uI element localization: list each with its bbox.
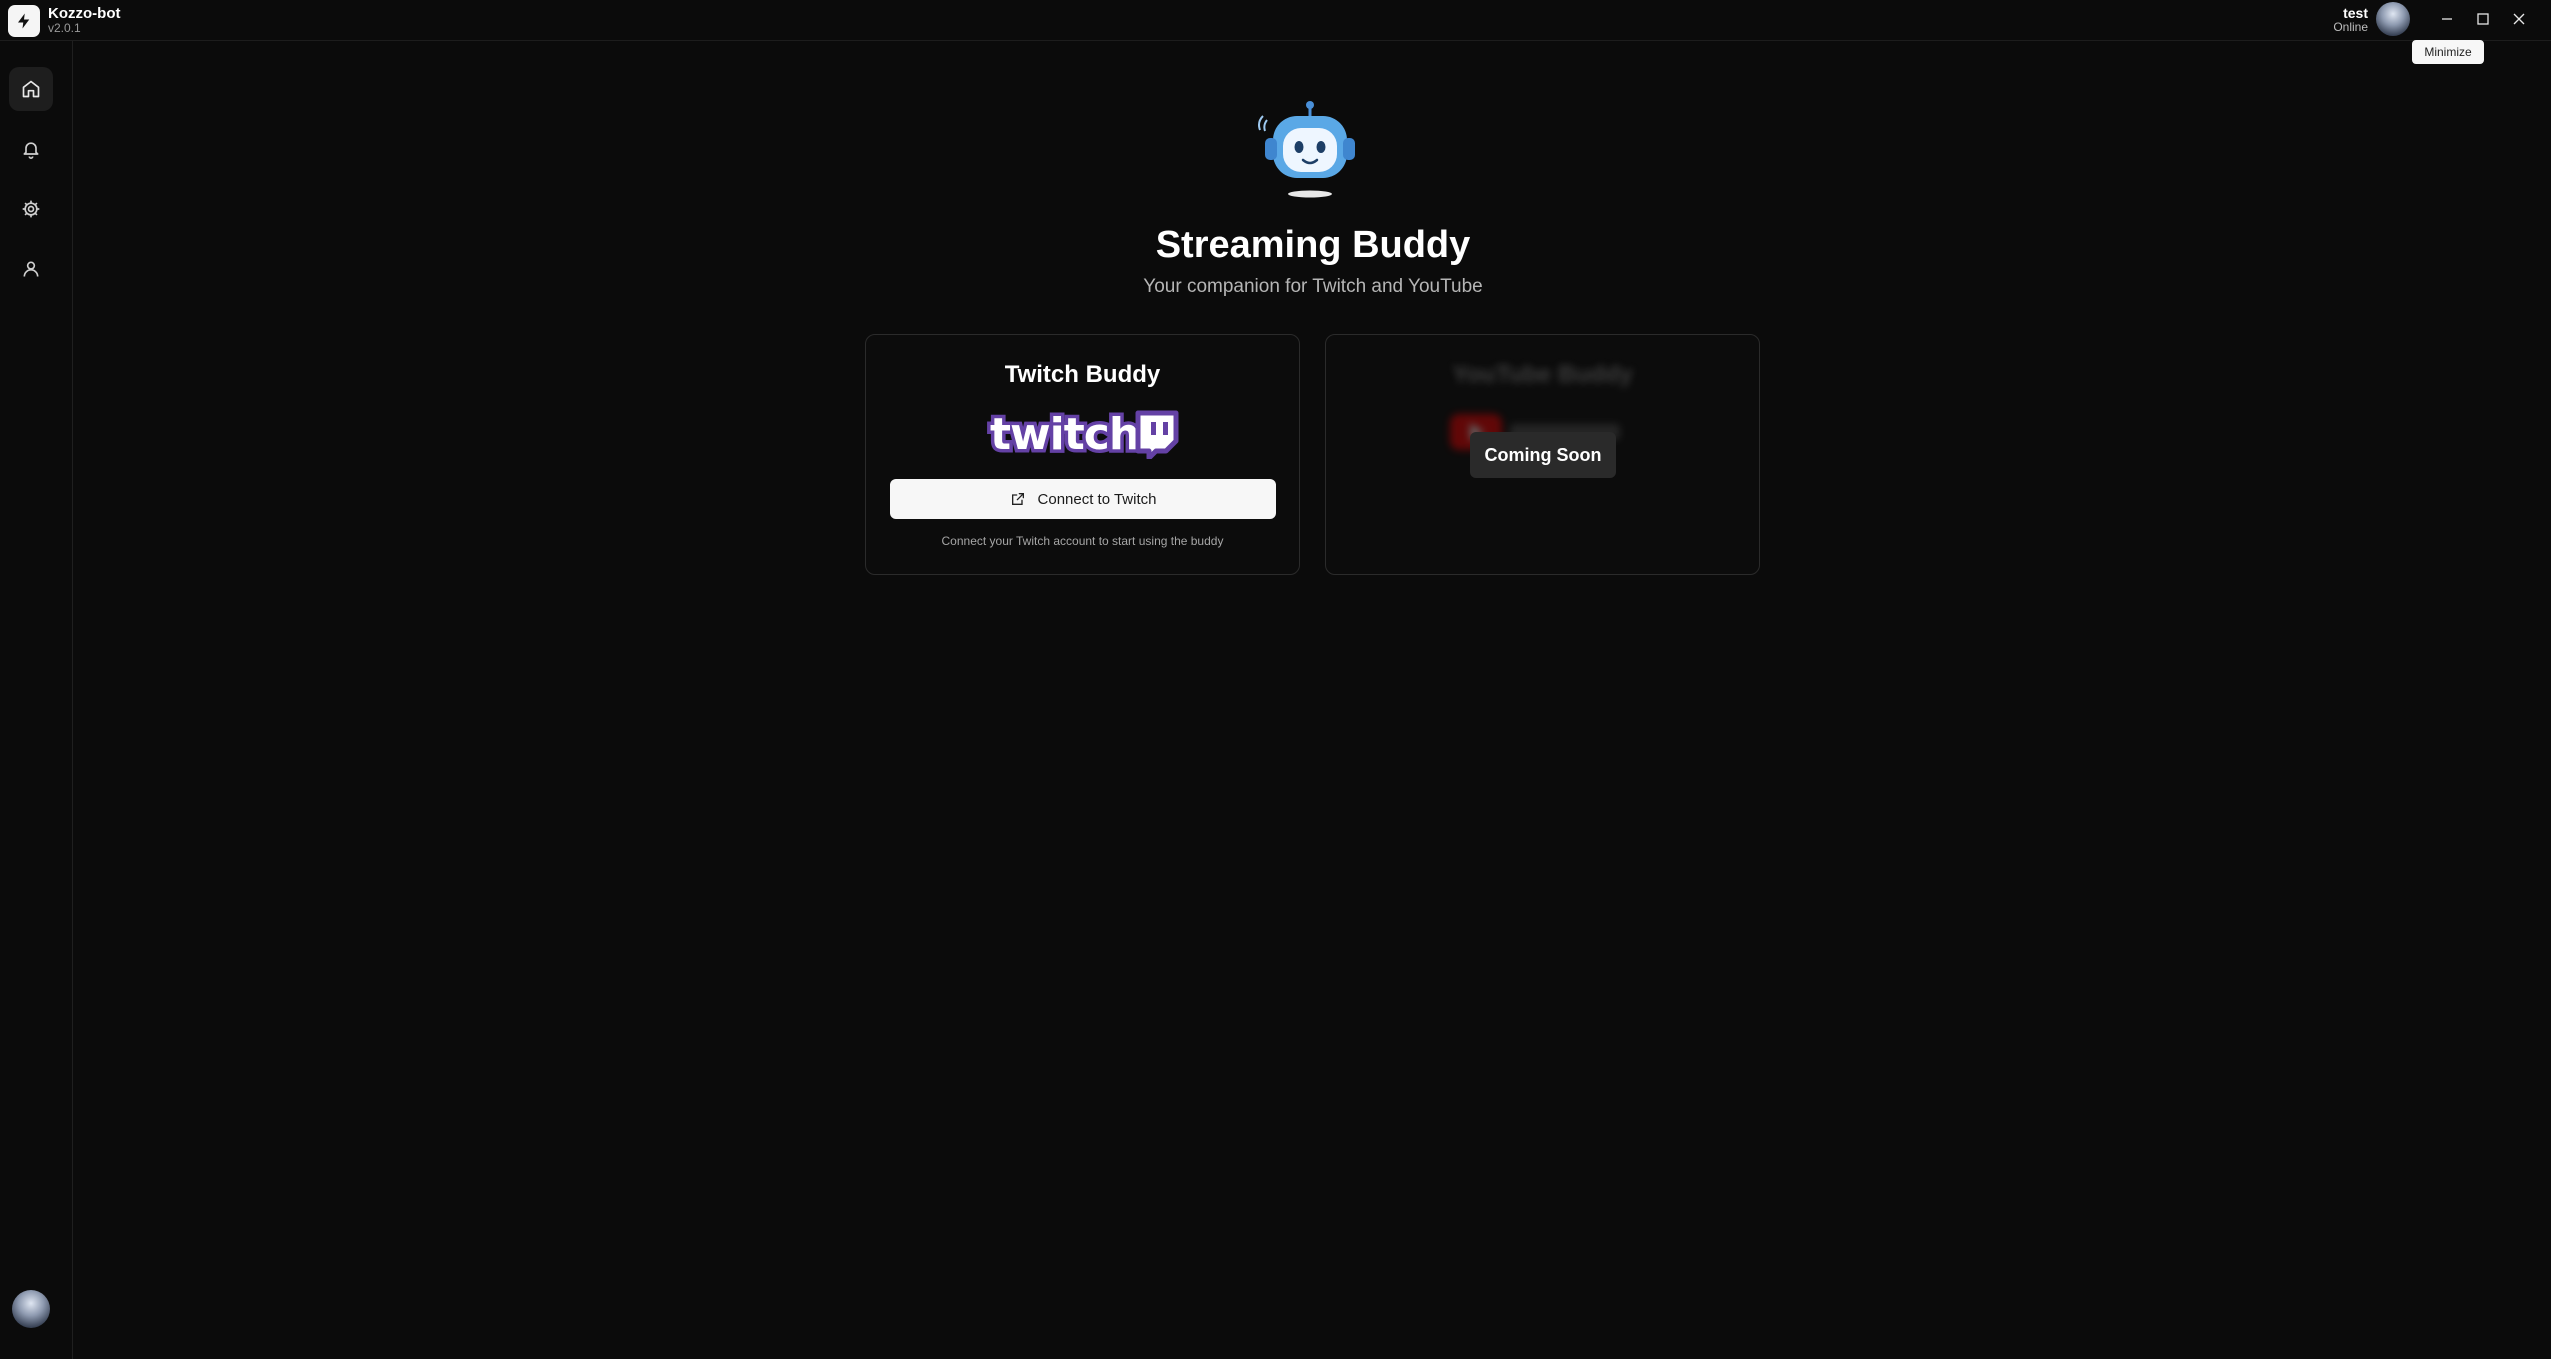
youtube-buddy-card: YouTube Buddy Coming Soon <box>1325 334 1760 575</box>
maximize-icon <box>2477 13 2489 25</box>
connect-twitch-button[interactable]: Connect to Twitch <box>890 479 1276 519</box>
close-button[interactable] <box>2503 3 2535 35</box>
lightning-icon <box>18 13 30 29</box>
user-name: test <box>2343 5 2368 21</box>
connect-twitch-label: Connect to Twitch <box>1037 490 1157 508</box>
user-avatar[interactable] <box>2376 2 2410 36</box>
app-name: Kozzo-bot <box>48 5 121 22</box>
close-icon <box>2513 13 2525 25</box>
minimize-button[interactable] <box>2431 3 2463 35</box>
twitch-glitch-icon <box>1135 410 1179 459</box>
twitch-card-title: Twitch Buddy <box>1004 361 1161 388</box>
page-title: Streaming Buddy <box>1155 224 1471 266</box>
home-icon <box>22 80 40 98</box>
minimize-icon <box>2442 18 2452 20</box>
coming-soon-badge: Coming Soon <box>1470 432 1616 478</box>
sidebar-item-home[interactable] <box>9 67 53 111</box>
app-logo <box>8 5 40 37</box>
bell-icon <box>23 142 39 159</box>
twitch-logo: twitch <box>987 407 1179 459</box>
sidebar-item-notifications[interactable] <box>9 127 53 171</box>
page-subtitle: Your companion for Twitch and YouTube <box>1143 276 1483 297</box>
minimize-tooltip: Minimize <box>2412 40 2484 64</box>
maximize-button[interactable] <box>2467 3 2499 35</box>
sidebar-avatar[interactable] <box>12 1290 50 1328</box>
twitch-logo-text: twitch <box>990 409 1139 459</box>
twitch-card-hint: Connect your Twitch account to start usi… <box>941 534 1224 548</box>
app-version: v2.0.1 <box>48 21 81 35</box>
twitch-buddy-card: Twitch Buddy twitch Connect to Twitch Co… <box>865 334 1300 575</box>
external-link-icon <box>1011 493 1024 505</box>
gear-icon <box>22 200 40 218</box>
title-bar: Kozzo-bot v2.0.1 test Online <box>0 0 2551 41</box>
robot-mascot-icon <box>1258 101 1355 198</box>
user-status: Online <box>2333 20 2368 34</box>
youtube-card-title: YouTube Buddy <box>1452 361 1633 388</box>
